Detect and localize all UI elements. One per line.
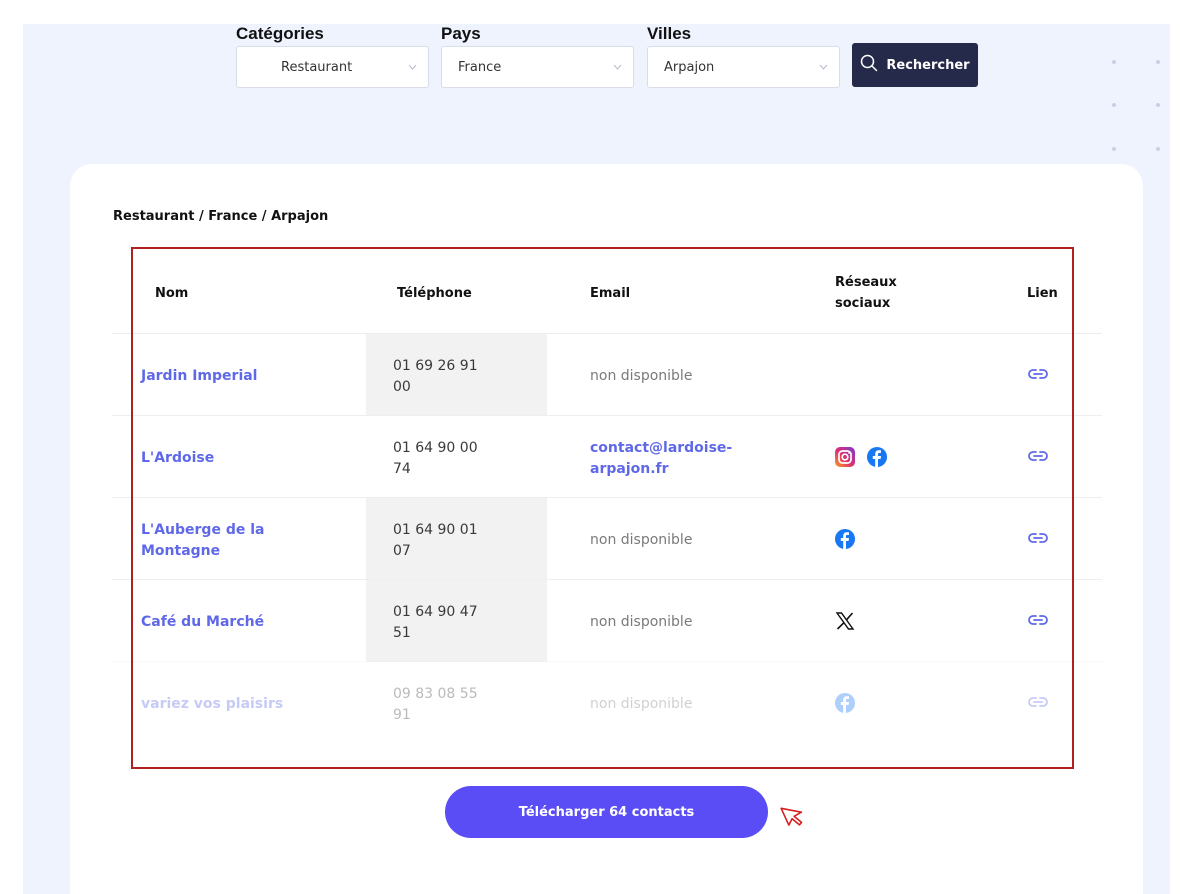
- city-select-value: Arpajon: [664, 60, 715, 75]
- filter-country-label: Pays: [441, 24, 481, 43]
- search-button-label: Rechercher: [886, 57, 970, 73]
- highlight-frame: [131, 247, 1074, 769]
- download-contacts-button[interactable]: Télécharger 64 contacts: [445, 786, 768, 838]
- filter-country: Pays: [441, 24, 481, 43]
- search-button[interactable]: Rechercher: [852, 43, 978, 87]
- city-select[interactable]: Arpajon: [647, 46, 840, 88]
- decorative-dots: [1112, 60, 1172, 160]
- categories-select[interactable]: Restaurant: [236, 46, 429, 88]
- filter-city: Villes: [647, 24, 691, 43]
- country-select-value: France: [458, 60, 502, 75]
- filter-city-label: Villes: [647, 24, 692, 43]
- chevron-down-icon: [613, 64, 622, 72]
- chevron-down-icon: [819, 64, 828, 72]
- categories-select-value: Restaurant: [281, 60, 353, 75]
- search-icon: [860, 54, 878, 76]
- chevron-down-icon: [408, 64, 417, 72]
- country-select[interactable]: France: [441, 46, 634, 88]
- filter-categories: Catégories: [236, 24, 324, 43]
- filter-categories-label: Catégories: [236, 24, 324, 43]
- breadcrumb: Restaurant / France / Arpajon: [113, 209, 329, 224]
- cursor-icon: [780, 803, 806, 833]
